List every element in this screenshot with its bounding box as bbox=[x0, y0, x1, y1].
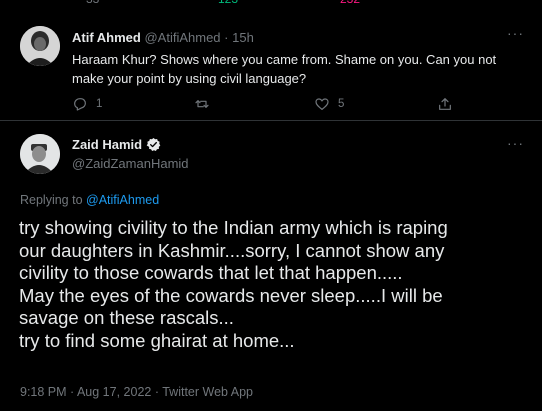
tweet-text: try showing civility to the Indian army … bbox=[19, 217, 519, 352]
reply-button[interactable]: 1 bbox=[72, 94, 102, 114]
verified-badge-icon bbox=[146, 137, 161, 151]
like-button[interactable]: 5 bbox=[314, 94, 344, 114]
tweet-time[interactable]: 15h bbox=[232, 30, 254, 45]
avatar-portrait-icon bbox=[20, 134, 60, 174]
avatar[interactable] bbox=[20, 134, 60, 174]
tweet-text-line: try to find some ghairat at home... bbox=[19, 329, 295, 351]
tweet-text-line: savage on these rascals... bbox=[19, 307, 234, 328]
share-button[interactable] bbox=[437, 94, 453, 114]
more-options-icon[interactable]: ··· bbox=[507, 25, 524, 41]
author-handle[interactable]: @AtifiAhmed bbox=[144, 30, 220, 45]
reply-action-bar: 1 5 bbox=[72, 94, 472, 114]
avatar[interactable] bbox=[20, 26, 60, 66]
reply-icon bbox=[74, 98, 86, 111]
like-count: 5 bbox=[338, 98, 345, 110]
retweet-icon bbox=[195, 100, 209, 108]
author-name-row: Zaid Hamid bbox=[72, 137, 161, 152]
tweet-text-line: May the eyes of the cowards never sleep.… bbox=[19, 284, 443, 306]
replying-to-label: Replying to bbox=[20, 193, 87, 207]
replying-to: Replying to @AtifiAhmed bbox=[20, 193, 159, 207]
more-options-icon[interactable]: ··· bbox=[507, 135, 524, 151]
tweet-text-line: our daughters in Kashmir....sorry, I can… bbox=[19, 239, 445, 261]
retweet-button[interactable] bbox=[194, 94, 218, 114]
share-icon bbox=[439, 98, 451, 110]
author-name[interactable]: Zaid Hamid bbox=[72, 137, 142, 152]
main-tweet: Zaid Hamid @ZaidZamanHamid ··· Replying … bbox=[0, 122, 542, 411]
reply-tweet[interactable]: Atif Ahmed @AtifiAhmed · 15h ··· Haraam … bbox=[0, 0, 542, 121]
tweet-timestamp[interactable]: 9:18 PM · Aug 17, 2022 · Twitter Web App bbox=[20, 385, 253, 399]
author-handle[interactable]: @ZaidZamanHamid bbox=[72, 156, 189, 171]
author-name[interactable]: Atif Ahmed bbox=[72, 30, 141, 45]
reply-count: 1 bbox=[96, 98, 103, 110]
tweet-text-line: try showing civility to the Indian army … bbox=[19, 217, 448, 238]
reply-header: Atif Ahmed @AtifiAhmed · 15h bbox=[72, 30, 254, 45]
replying-to-mention[interactable]: @AtifiAhmed bbox=[86, 193, 159, 207]
heart-icon bbox=[315, 98, 329, 110]
reply-text: Haraam Khur? Shows where you came from. … bbox=[72, 52, 497, 86]
avatar-portrait-icon bbox=[20, 26, 60, 66]
tweet-text-line: civility to those cowards that let that … bbox=[19, 262, 403, 283]
dot-separator: · bbox=[224, 30, 229, 45]
